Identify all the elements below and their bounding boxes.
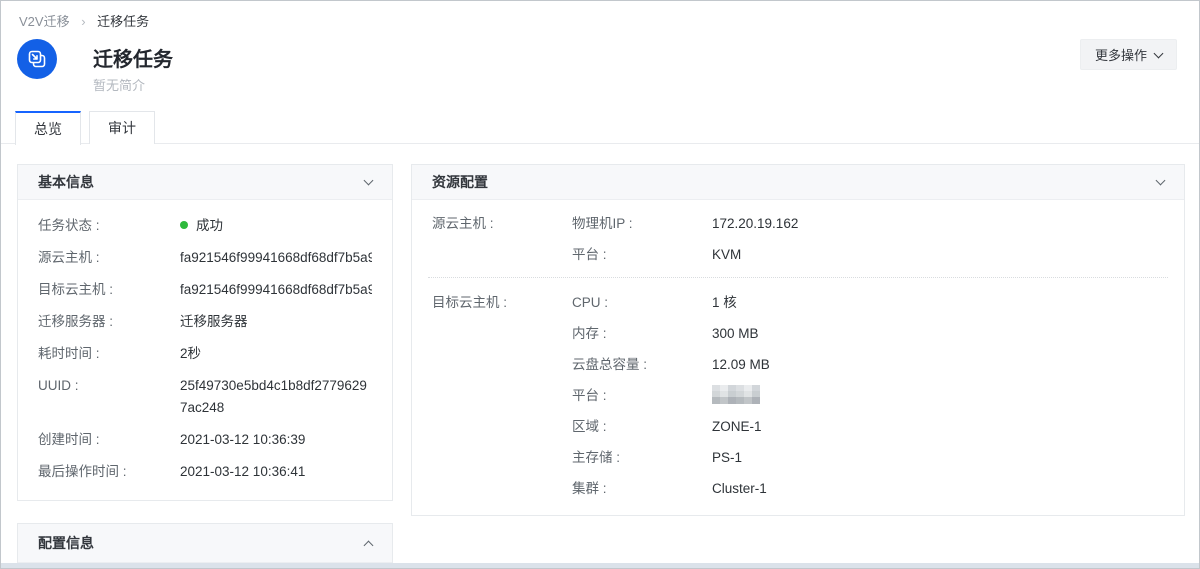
tab-overview[interactable]: 总览: [15, 111, 81, 145]
res-row-memory: 内存 : 300 MB: [412, 323, 1184, 344]
zone-label: 区域 :: [572, 416, 712, 437]
target-platform-value-redacted: [712, 385, 1184, 406]
config-info-title: 配置信息: [38, 533, 94, 553]
breadcrumb-separator-icon: ›: [81, 14, 85, 29]
resource-config-panel-header[interactable]: 资源配置: [412, 165, 1184, 200]
primary-storage-link[interactable]: PS-1: [712, 447, 1184, 468]
breadcrumb: V2V迁移 › 迁移任务: [19, 11, 149, 30]
zone-link[interactable]: ZONE-1: [712, 416, 1184, 437]
info-row-target-vm: 目标云主机 : fa921546f99941668df68df7b5a9e3: [38, 279, 372, 301]
res-row-zone: 区域 : ZONE-1: [412, 416, 1184, 437]
basic-info-panel-header[interactable]: 基本信息: [18, 165, 392, 200]
elapsed-time-value: 2秒: [180, 343, 372, 365]
collapse-chevron-down-icon: [1156, 176, 1166, 186]
migration-task-detail-page: V2V迁移 › 迁移任务 迁移任务 暂无简介 更多操作 总览 审计 基本信息: [0, 0, 1200, 569]
disk-capacity-label: 云盘总容量 :: [572, 354, 712, 375]
breadcrumb-v2v-migration[interactable]: V2V迁移: [19, 14, 70, 29]
src-platform-label: 平台 :: [572, 244, 712, 265]
res-row-host-ip: 源云主机 : 物理机IP : 172.20.19.162: [412, 213, 1184, 234]
collapse-chevron-down-icon: [364, 176, 374, 186]
page-subtitle: 暂无简介: [93, 75, 145, 94]
cpu-value: 1 核: [712, 292, 1184, 313]
disk-capacity-value: 12.09 MB: [712, 354, 1184, 375]
res-row-cpu: 目标云主机 : CPU : 1 核: [412, 292, 1184, 313]
page-title: 迁移任务: [93, 43, 173, 72]
basic-info-body: 任务状态 : 成功 源云主机 : fa921546f99941668df68df…: [18, 200, 392, 483]
elapsed-time-label: 耗时时间 :: [38, 343, 180, 365]
res-row-disk-capacity: 云盘总容量 : 12.09 MB: [412, 354, 1184, 375]
info-row-create-time: 创建时间 : 2021-03-12 10:36:39: [38, 429, 372, 451]
resource-config-title: 资源配置: [432, 172, 488, 192]
res-row-target-platform: 平台 :: [412, 385, 1184, 406]
breadcrumb-current: 迁移任务: [97, 14, 149, 29]
cpu-label: CPU :: [572, 292, 712, 313]
res-row-cluster: 集群 : Cluster-1: [412, 478, 1184, 499]
uuid-value: 25f49730e5bd4c1b8df27796297ac248: [180, 375, 372, 419]
more-actions-button[interactable]: 更多操作: [1080, 39, 1177, 70]
memory-value: 300 MB: [712, 323, 1184, 344]
info-row-source-vm: 源云主机 : fa921546f99941668df68df7b5a9e3: [38, 247, 372, 269]
task-status-label: 任务状态 :: [38, 215, 180, 237]
target-platform-label: 平台 :: [572, 385, 712, 406]
info-row-task-status: 任务状态 : 成功: [38, 215, 372, 237]
target-vm-label: 目标云主机 :: [38, 279, 180, 301]
host-ip-value: 172.20.19.162: [712, 213, 1184, 234]
migration-task-icon: [17, 39, 57, 79]
primary-storage-label: 主存储 :: [572, 447, 712, 468]
source-vm-label: 源云主机 :: [38, 247, 180, 269]
redacted-mosaic: [712, 385, 760, 404]
migration-server-link[interactable]: 迁移服务器: [180, 311, 372, 333]
target-vm-group-label: 目标云主机 :: [432, 292, 572, 313]
uuid-label: UUID :: [38, 375, 180, 419]
create-time-label: 创建时间 :: [38, 429, 180, 451]
tab-overview-label: 总览: [34, 119, 62, 139]
resource-config-body: 源云主机 : 物理机IP : 172.20.19.162 平台 : KVM 目标…: [412, 200, 1184, 499]
last-op-time-label: 最后操作时间 :: [38, 461, 180, 483]
task-status-value: 成功: [180, 215, 372, 237]
basic-info-title: 基本信息: [38, 172, 94, 192]
source-vm-value: fa921546f99941668df68df7b5a9e3: [180, 247, 372, 269]
cluster-link[interactable]: Cluster-1: [712, 478, 1184, 499]
status-dot-icon: [180, 221, 188, 229]
bottom-scroll-strip: [1, 563, 1199, 568]
cluster-label: 集群 :: [572, 478, 712, 499]
info-row-elapsed-time: 耗时时间 : 2秒: [38, 343, 372, 365]
tab-bar: 总览 审计: [1, 111, 1200, 144]
basic-info-panel: 基本信息 任务状态 : 成功 源云主机 : fa921546f99941668d…: [17, 164, 393, 501]
migrate-glyph-icon: [26, 48, 48, 70]
res-row-primary-storage: 主存储 : PS-1: [412, 447, 1184, 468]
host-ip-label: 物理机IP :: [572, 213, 712, 234]
memory-label: 内存 :: [572, 323, 712, 344]
last-op-time-value: 2021-03-12 10:36:41: [180, 461, 372, 483]
src-platform-value: KVM: [712, 244, 1184, 265]
info-row-migration-server: 迁移服务器 : 迁移服务器: [38, 311, 372, 333]
config-info-panel-header[interactable]: 配置信息: [18, 524, 392, 563]
source-vm-group-label: 源云主机 :: [432, 213, 572, 234]
migration-server-label: 迁移服务器 :: [38, 311, 180, 333]
dotted-divider: [428, 277, 1168, 278]
resource-config-panel: 资源配置 源云主机 : 物理机IP : 172.20.19.162 平台 : K…: [411, 164, 1185, 516]
info-row-last-op-time: 最后操作时间 : 2021-03-12 10:36:41: [38, 461, 372, 483]
res-row-src-platform: 平台 : KVM: [412, 244, 1184, 265]
target-vm-value: fa921546f99941668df68df7b5a9e3: [180, 279, 372, 301]
collapse-chevron-up-icon: [364, 540, 374, 550]
create-time-value: 2021-03-12 10:36:39: [180, 429, 372, 451]
more-actions-label: 更多操作: [1095, 45, 1147, 64]
chevron-down-icon: [1154, 48, 1164, 58]
tab-audit-label: 审计: [108, 118, 136, 138]
info-row-uuid: UUID : 25f49730e5bd4c1b8df27796297ac248: [38, 375, 372, 419]
tab-audit[interactable]: 审计: [89, 111, 155, 144]
